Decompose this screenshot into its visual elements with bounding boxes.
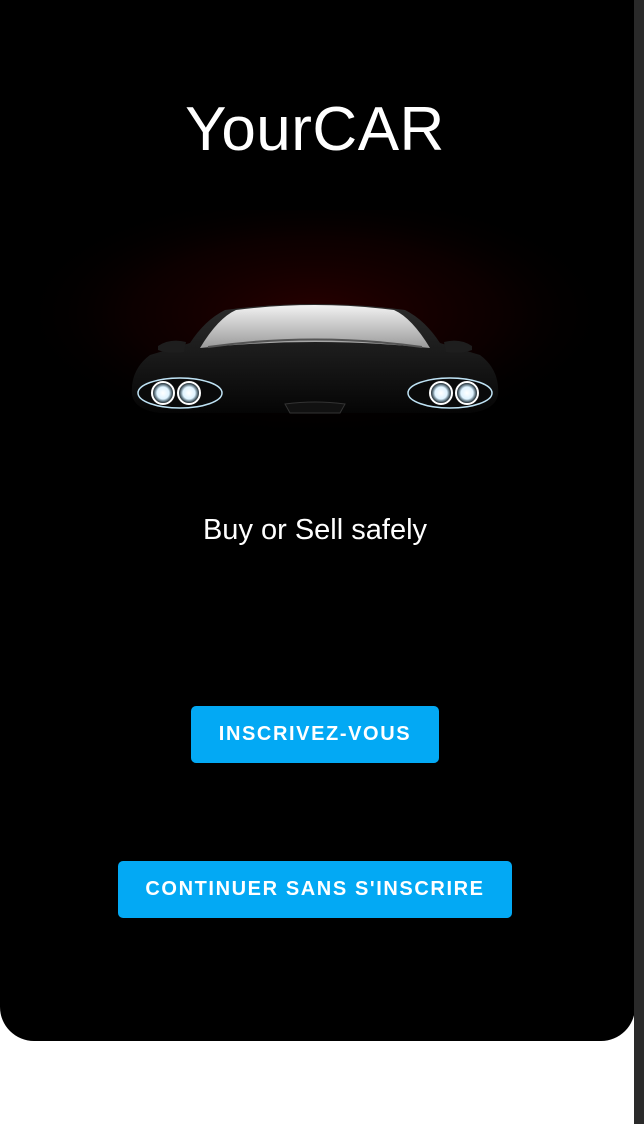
window-edge-bar <box>634 0 644 1124</box>
app-screen: YourCAR Buy or Sell safely INSCRIVEZ-VOU… <box>0 0 635 1041</box>
app-title: YourCAR <box>185 95 445 164</box>
continue-without-account-button[interactable]: CONTINUER SANS S'INSCRIRE <box>118 861 512 918</box>
hero-car-image <box>40 210 590 440</box>
page: YourCAR Buy or Sell safely INSCRIVEZ-VOU… <box>0 0 644 1124</box>
tagline: Buy or Sell safely <box>202 514 428 546</box>
register-button[interactable]: INSCRIVEZ-VOUS <box>191 706 439 763</box>
car-front-icon <box>40 210 590 440</box>
